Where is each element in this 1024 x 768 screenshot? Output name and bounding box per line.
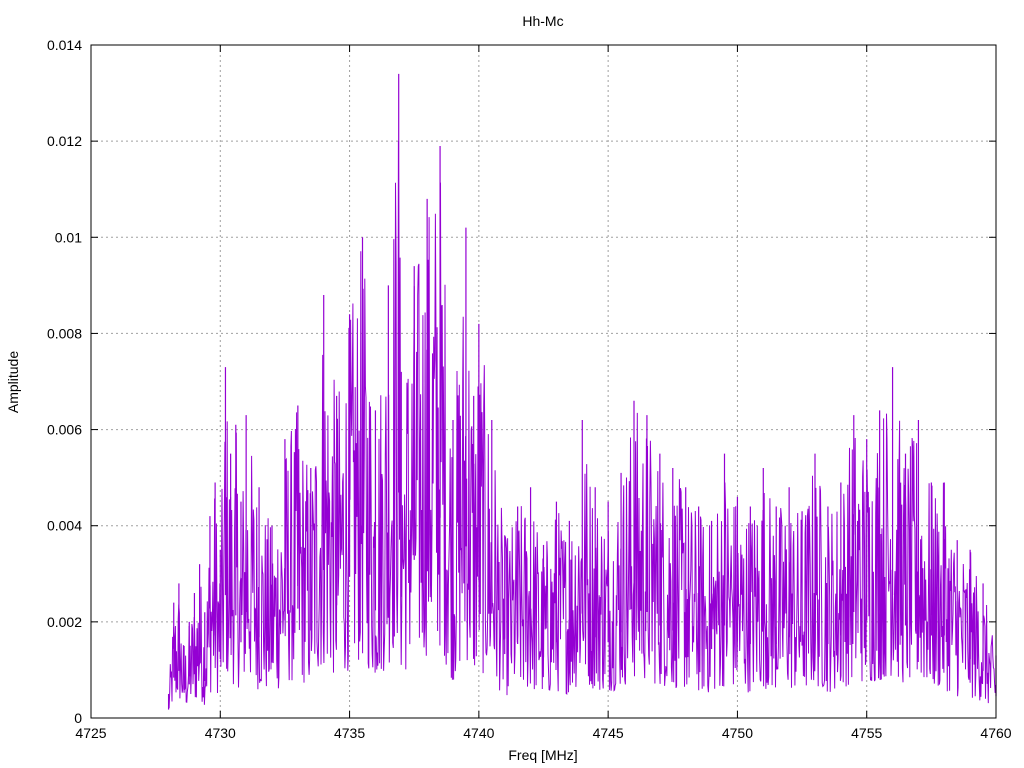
x-tick-label: 4735: [334, 725, 365, 741]
x-axis-title: Freq [MHz]: [508, 747, 577, 763]
chart-title: Hh-Mc: [522, 13, 563, 29]
x-tick-label: 4750: [722, 725, 753, 741]
x-tick-label: 4745: [593, 725, 624, 741]
y-tick-label: 0.006: [47, 422, 82, 438]
y-tick-label: 0.012: [47, 133, 82, 149]
y-tick-label: 0.008: [47, 325, 82, 341]
y-tick-label: 0.002: [47, 614, 82, 630]
y-tick-label: 0.004: [47, 518, 82, 534]
x-tick-label: 4760: [980, 725, 1011, 741]
y-tick-label: 0: [74, 710, 82, 726]
y-tick-label: 0.01: [55, 229, 82, 245]
series-layer: [167, 73, 997, 710]
x-tick-label: 4740: [463, 725, 494, 741]
x-tick-label: 4725: [75, 725, 106, 741]
y-tick-label: 0.014: [47, 37, 82, 53]
y-axis-title: Amplitude: [5, 351, 21, 413]
x-tick-label: 4755: [851, 725, 882, 741]
x-tick-label: 4730: [205, 725, 236, 741]
chart: 4725 4730 4735 4740 4745 4750 4755 4760 0 0.002 0.…: [5, 13, 1012, 763]
